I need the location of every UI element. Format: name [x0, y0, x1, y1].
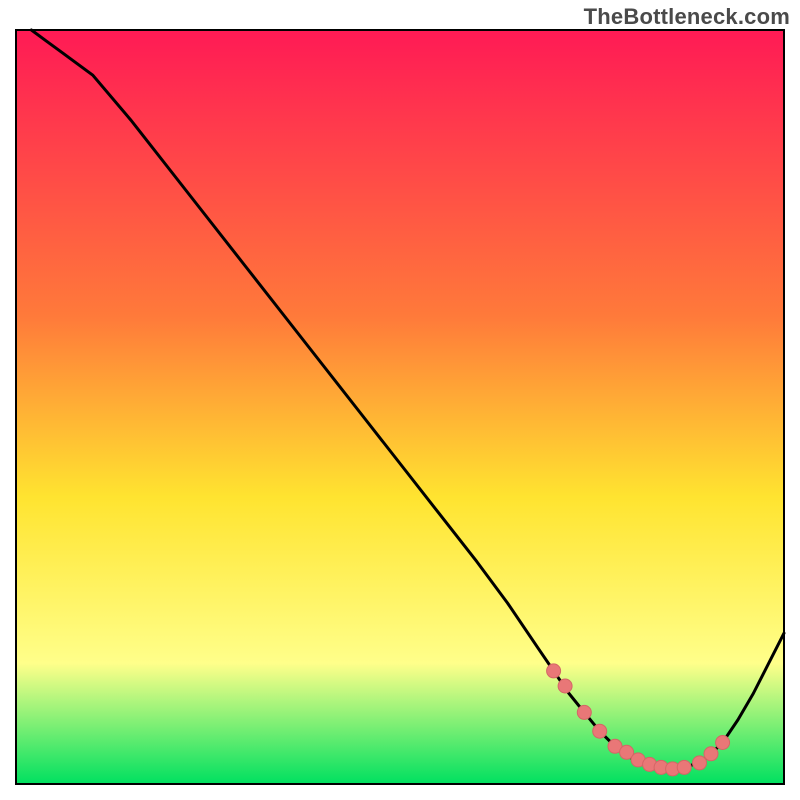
watermark-text: TheBottleneck.com — [584, 4, 790, 30]
highlight-marker — [716, 736, 730, 750]
highlight-marker — [558, 679, 572, 693]
highlight-marker — [677, 760, 691, 774]
highlight-marker — [693, 756, 707, 770]
bottleneck-chart — [0, 0, 800, 800]
highlight-marker — [577, 705, 591, 719]
highlight-marker — [547, 664, 561, 678]
highlight-marker — [704, 747, 718, 761]
chart-container: TheBottleneck.com — [0, 0, 800, 800]
highlight-marker — [593, 724, 607, 738]
plot-background — [16, 30, 784, 784]
